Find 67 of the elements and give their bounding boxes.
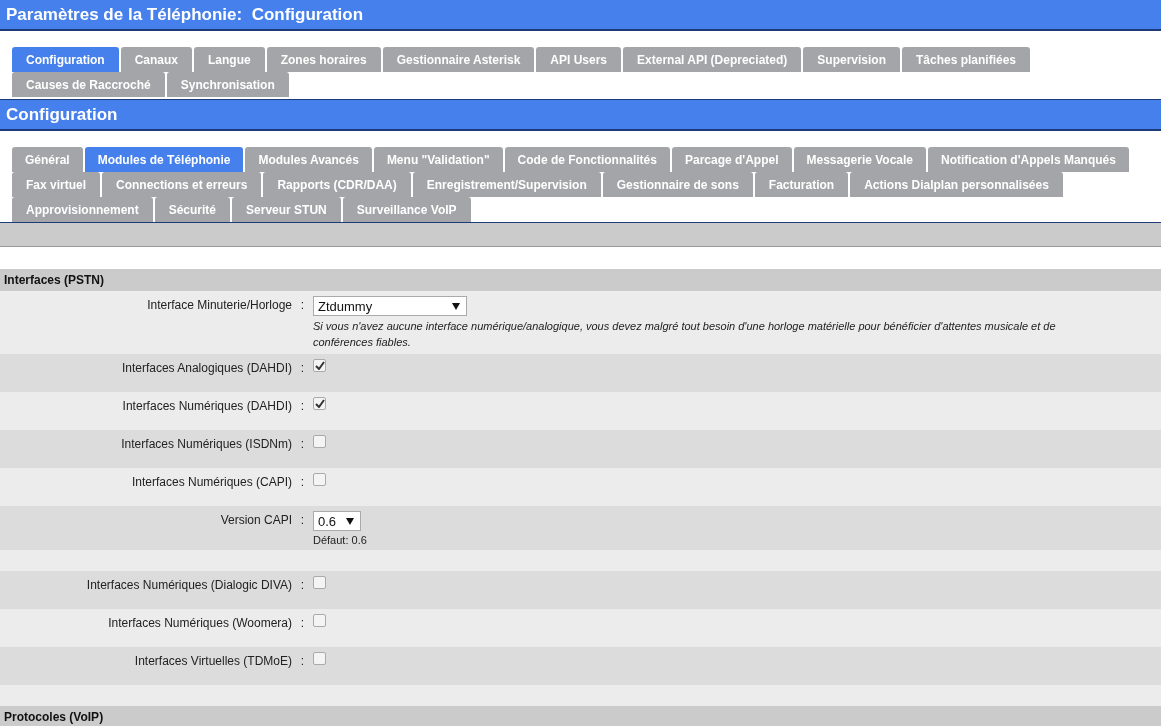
field-label: Version CAPI (219, 512, 292, 529)
tab[interactable]: Gestionnaire Asterisk (382, 47, 535, 72)
checkbox[interactable] (313, 435, 326, 448)
tab[interactable]: Canaux (120, 47, 192, 72)
tab[interactable]: Serveur STUN (232, 197, 341, 222)
help-text: Si vous n'avez aucune interface numérique/analogique, vous devez malgré tout besoin d'une horloge matérielle pour bénéficier d'attentes musicale et de conférences fiables. (313, 319, 1057, 350)
tab[interactable]: Synchronisation (166, 72, 289, 97)
colon: : (299, 577, 306, 594)
tab[interactable]: Sécurité (154, 197, 231, 222)
field-label: Interface Minuterie/Horloge (146, 297, 292, 314)
colon: : (299, 360, 306, 377)
colon: : (299, 398, 306, 415)
checkmark-icon (314, 399, 325, 408)
tab[interactable]: Rapports (CDR/DAA) (263, 172, 411, 197)
tab[interactable]: Zones horaires (266, 47, 381, 72)
tab[interactable]: Parcage d'Appel (671, 147, 792, 172)
tab[interactable]: Causes de Raccroché (12, 72, 165, 97)
colon: : (299, 512, 306, 529)
colon: : (299, 615, 306, 632)
colon: : (299, 474, 306, 491)
tab[interactable]: Surveillance VoIP (342, 197, 471, 222)
checkbox[interactable] (313, 652, 326, 665)
tab[interactable]: Code de Fonctionnalités (504, 147, 670, 172)
tab[interactable]: Général (12, 147, 83, 172)
field-label: Interfaces Numériques (CAPI) (130, 474, 292, 491)
tab[interactable]: Enregistrement/Supervision (412, 172, 601, 197)
tab[interactable]: Facturation (754, 172, 849, 197)
page-title: Paramètres de la Téléphonie: Configuration (6, 4, 364, 25)
section-heading: Interfaces (PSTN) (4, 273, 105, 287)
tab[interactable]: Notification d'Appels Manqués (928, 147, 1129, 172)
field-label: Interfaces Analogiques (DAHDI) (120, 360, 292, 377)
colon: : (299, 653, 306, 670)
default-value: Défaut: 0.6 (313, 534, 368, 546)
tab[interactable]: External API (Depreciated) (623, 47, 802, 72)
checkbox[interactable] (313, 473, 326, 486)
tab[interactable]: Modules de Téléphonie (84, 147, 244, 172)
caret-icon (452, 302, 460, 310)
tab[interactable]: Langue (194, 47, 265, 72)
field-label: Interfaces Virtuelles (TDMoE) (133, 653, 292, 670)
colon: : (299, 297, 306, 314)
checkbox[interactable] (313, 576, 326, 589)
checkbox[interactable] (313, 359, 326, 372)
tab[interactable]: API Users (536, 47, 622, 72)
caret-icon (346, 517, 354, 525)
section-heading: Protocoles (VoIP) (4, 710, 104, 724)
tab[interactable]: Messagerie Vocale (793, 147, 927, 172)
tab[interactable]: Tâches planifiées (902, 47, 1031, 72)
tab[interactable]: Approvisionnement (12, 197, 153, 222)
dropdown[interactable]: Ztdummy (313, 296, 467, 316)
field-label: Interfaces Numériques (Dialogic DIVA) (85, 577, 292, 594)
checkmark-icon (314, 361, 325, 370)
section-title: Configuration (6, 104, 118, 125)
colon: : (299, 436, 306, 453)
dropdown[interactable]: 0.6 (313, 511, 361, 531)
tab[interactable]: Connections et erreurs (102, 172, 262, 197)
tab[interactable]: Modules Avancés (245, 147, 372, 172)
field-label: Interfaces Numériques (DAHDI) (121, 398, 292, 415)
checkbox[interactable] (313, 614, 326, 627)
tab[interactable]: Fax virtuel (12, 172, 101, 197)
field-label: Interfaces Numériques (ISDNm) (120, 436, 292, 453)
tab[interactable]: Gestionnaire de sons (602, 172, 753, 197)
tab[interactable]: Supervision (803, 47, 900, 72)
field-label: Interfaces Numériques (Woomera) (107, 615, 292, 632)
checkbox[interactable] (313, 397, 326, 410)
tab[interactable]: Menu "Validation" (373, 147, 503, 172)
tab[interactable]: Actions Dialplan personnalisées (850, 172, 1063, 197)
tab[interactable]: Configuration (12, 47, 119, 72)
